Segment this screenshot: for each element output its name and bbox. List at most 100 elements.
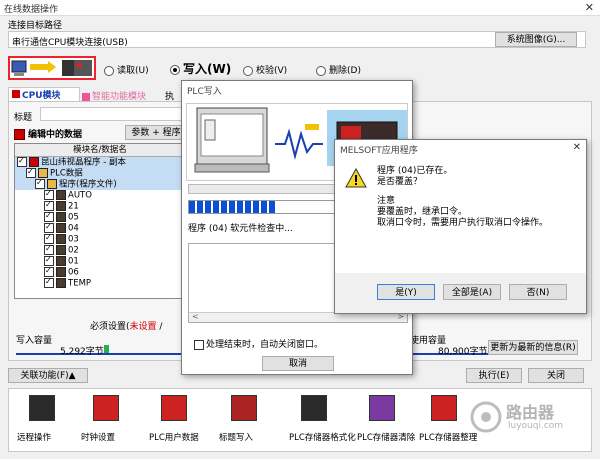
scroll-left-icon[interactable]: < <box>192 312 199 321</box>
write-progress-fill <box>189 201 277 213</box>
tree-header: 模块名/数据名 <box>15 144 185 157</box>
system-image-button[interactable]: 系统图像(G)... <box>495 32 577 47</box>
tree-item-label: 04 <box>68 223 79 234</box>
read-radio[interactable] <box>104 65 114 76</box>
connection-path-value: 串行通信CPU模块连接(USB) <box>12 38 128 48</box>
tree-item[interactable]: ✓ 昆山纬视晶程序 - 副本 <box>15 156 185 168</box>
tree-item-label: TEMP <box>68 278 92 289</box>
tree-item[interactable]: ✓ AUTO <box>15 189 185 201</box>
confirm-yes-all-button[interactable]: 全部是(A) <box>443 284 501 300</box>
auto-close-checkbox[interactable] <box>194 339 204 350</box>
tree-item[interactable]: ✓ 02 <box>15 244 185 256</box>
window-title-bar: 在线数据操作 ✕ <box>0 0 600 16</box>
watermark-logo-icon <box>470 401 502 433</box>
intelligent-module-icon <box>82 92 90 101</box>
confirm-note-line1: 要覆盖时，继承口令。 <box>377 207 468 217</box>
confirm-no-button[interactable]: 否(N) <box>509 284 567 300</box>
used-capacity-bar: 80,900字节 <box>410 344 488 357</box>
program-icon <box>56 223 66 233</box>
caption-input[interactable] <box>40 107 185 121</box>
check-mark-icon: ✓ <box>45 233 52 242</box>
remote-operation-icon[interactable] <box>29 395 55 421</box>
tree-item[interactable]: ✓ 05 <box>15 211 185 223</box>
tree-item[interactable]: ✓ TEMP <box>15 277 185 289</box>
check-mark-icon: ✓ <box>45 255 52 264</box>
confirm-yes-button[interactable]: 是(Y) <box>377 284 435 300</box>
write-radio[interactable] <box>170 64 180 75</box>
plc-memory-clear-icon[interactable] <box>369 395 395 421</box>
tree-item[interactable]: ✓ 04 <box>15 222 185 234</box>
check-mark-icon: ✓ <box>45 211 52 220</box>
tree-item-label: 21 <box>68 201 79 212</box>
function-label[interactable]: PLC用户数据 <box>149 431 199 443</box>
function-label[interactable]: 时钟设置 <box>81 431 115 443</box>
not-set-label: 未设置 <box>129 322 157 332</box>
write-status-text: 程序 (04) 软元件检查中... <box>188 224 293 234</box>
related-function-button[interactable]: 关联功能(F)▲ <box>8 368 88 383</box>
plc-memory-format-icon[interactable] <box>301 395 327 421</box>
program-icon <box>56 234 66 244</box>
editing-data-icon <box>14 129 25 140</box>
function-label[interactable]: PLC存储器清除 <box>357 431 415 443</box>
auto-close-label: 处理结束时，自动关闭窗口。 <box>206 340 324 350</box>
write-label: 写入(W) <box>183 62 232 76</box>
param-program-button[interactable]: 参数 + 程序 <box>125 125 187 140</box>
title-write-icon[interactable] <box>231 395 257 421</box>
required-setting-label: 必须设置( <box>90 322 130 332</box>
tree-item-label: AUTO <box>68 190 92 201</box>
confirm-dialog-title: MELSOFT应用程序 <box>335 140 586 156</box>
write-capacity-bar: 5,292字节 <box>16 344 182 357</box>
delete-label: 删除(D) <box>329 66 361 76</box>
tree-item-checkbox[interactable]: ✓ <box>17 156 27 167</box>
tree-item-checkbox[interactable]: ✓ <box>35 178 45 189</box>
close-button[interactable]: 关闭 <box>528 368 584 383</box>
tree-item[interactable]: ✓ 06 <box>15 266 185 278</box>
close-icon[interactable]: ✕ <box>585 1 594 14</box>
tree-item[interactable]: ✓ 03 <box>15 233 185 245</box>
caption-label: 标题 <box>14 113 33 123</box>
execute-button[interactable]: 执行(E) <box>466 368 522 383</box>
tab-cpu-module[interactable]: CPU模块 <box>8 87 80 101</box>
tree-item-checkbox[interactable]: ✓ <box>26 167 36 178</box>
pc-to-plc-icon <box>11 60 92 76</box>
tree-item-label: 03 <box>68 234 79 245</box>
function-label[interactable]: PLC存储器格式化 <box>289 431 356 443</box>
plc-memory-arrange-icon[interactable] <box>431 395 457 421</box>
check-mark-icon: ✓ <box>45 189 52 198</box>
tree-item[interactable]: ✓ 21 <box>15 200 185 212</box>
tree-item-label: 程序(程序文件) <box>59 179 117 190</box>
tab-cpu-module-label: CPU模块 <box>22 91 61 101</box>
check-mark-icon: ✓ <box>45 244 52 253</box>
confirm-note-line2: 取消口令时，需要用户执行取消口令操作。 <box>377 218 549 228</box>
window-title: 在线数据操作 <box>4 5 59 15</box>
refresh-info-button[interactable]: 更新为最新的信息(R) <box>488 340 578 355</box>
plc-write-cancel-button[interactable]: 取消 <box>262 356 334 371</box>
tree-item[interactable]: ✓ 01 <box>15 255 185 267</box>
check-mark-icon: ✓ <box>36 178 43 187</box>
program-icon <box>56 245 66 255</box>
watermark: 路由器 luyouqi.com <box>470 395 590 443</box>
check-mark-icon: ✓ <box>18 156 25 165</box>
tree-item-label: 02 <box>68 245 79 256</box>
connection-group-label: 连接目标路径 <box>8 21 63 31</box>
check-mark-icon: ✓ <box>45 277 52 286</box>
check-mark-icon: ✓ <box>27 167 34 176</box>
connection-path-panel: 串行通信CPU模块连接(USB) 系统图像(G)... <box>8 31 586 48</box>
delete-radio[interactable] <box>316 65 326 76</box>
verify-radio[interactable] <box>243 65 253 76</box>
clock-setting-icon[interactable] <box>93 395 119 421</box>
plc-user-data-icon[interactable] <box>161 395 187 421</box>
program-icon <box>56 267 66 277</box>
function-label[interactable]: PLC存储器整理 <box>419 431 477 443</box>
tree-item-checkbox[interactable]: ✓ <box>44 277 54 288</box>
warning-icon <box>345 168 367 188</box>
program-icon <box>56 256 66 266</box>
program-icon <box>56 212 66 222</box>
check-mark-icon: ✓ <box>45 200 52 209</box>
tree-item[interactable]: ✓ 程序(程序文件) <box>15 178 185 190</box>
function-label[interactable]: 远程操作 <box>17 431 51 443</box>
write-capacity-fill <box>104 345 109 353</box>
function-label[interactable]: 标题写入 <box>219 431 253 443</box>
confirm-message-line1: 程序 (04)已存在。 <box>377 166 453 176</box>
confirm-close-icon[interactable]: ✕ <box>573 142 581 153</box>
